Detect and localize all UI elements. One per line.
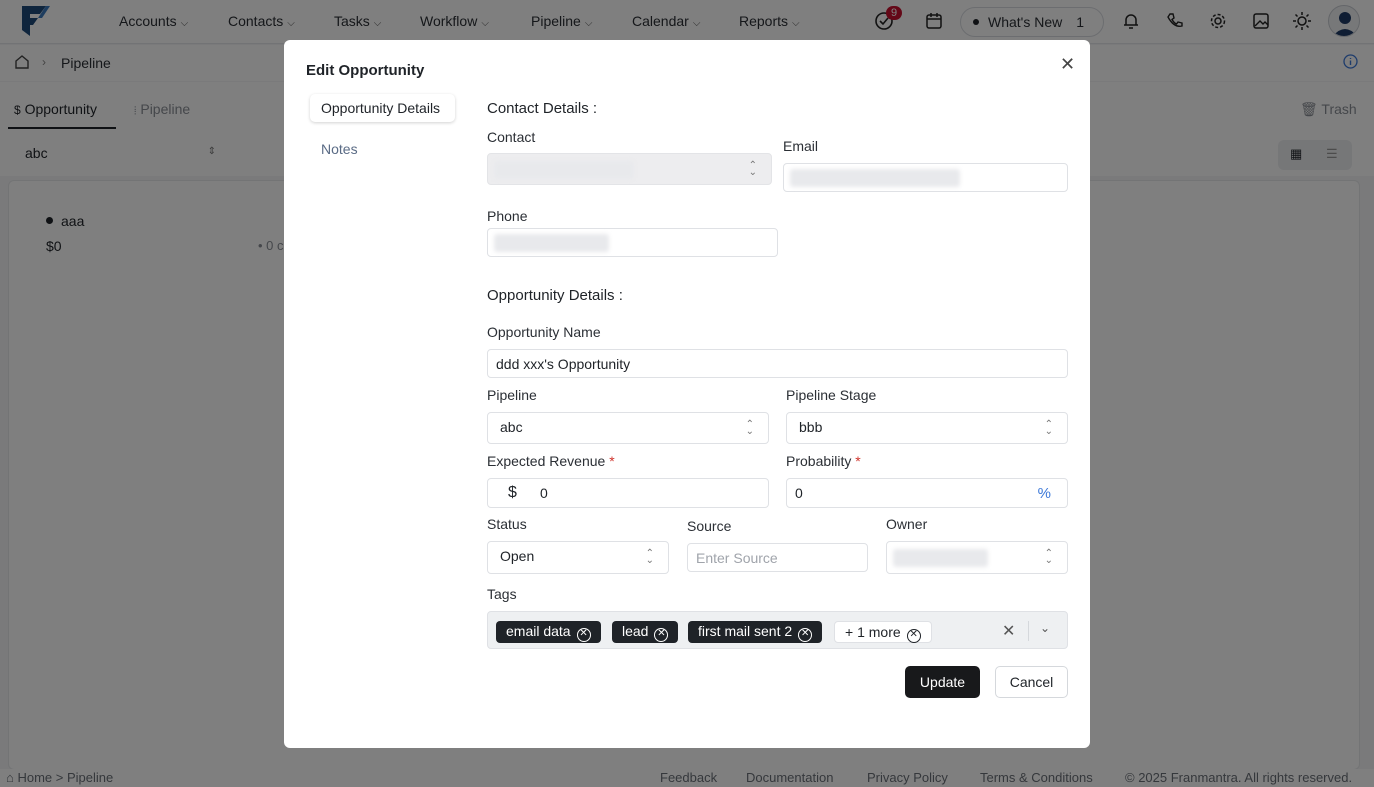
required-mark: *	[855, 453, 861, 469]
tag-chip[interactable]: lead ✕	[612, 621, 679, 643]
cancel-button[interactable]: Cancel	[995, 666, 1068, 698]
remove-tag-icon[interactable]: ✕	[798, 628, 813, 642]
percent-icon: %	[1037, 485, 1051, 502]
status-dropdown[interactable]: Open ⌃ ⌄	[487, 541, 669, 574]
opportunity-name-label: Opportunity Name	[487, 324, 601, 340]
contact-select[interactable]: ⌃ ⌄	[487, 153, 772, 185]
expected-revenue-value: 0	[540, 485, 548, 501]
tag-label: email data	[506, 623, 571, 639]
pipeline-dropdown[interactable]: abc ⌃ ⌄	[487, 412, 769, 444]
sort-arrows-icon: ⌃ ⌄	[1044, 419, 1053, 437]
divider	[1028, 621, 1029, 641]
expected-revenue-label: Expected Revenue *	[487, 453, 615, 469]
contact-label: Contact	[487, 129, 536, 145]
expected-revenue-field[interactable]: $ 0	[487, 478, 769, 508]
tag-chip[interactable]: email data ✕	[496, 621, 601, 643]
dialog-title: Edit Opportunity	[306, 62, 425, 79]
contact-section-title: Contact Details :	[487, 100, 598, 117]
close-icon[interactable]: ✕	[1060, 54, 1075, 75]
side-tab-opportunity-details[interactable]: Opportunity Details	[310, 94, 455, 122]
remove-tag-icon[interactable]: ✕	[906, 629, 921, 643]
phone-label: Phone	[487, 208, 528, 224]
owner-dropdown[interactable]: ⌃ ⌄	[886, 541, 1068, 574]
required-mark: *	[609, 453, 615, 469]
source-label: Source	[687, 518, 732, 534]
tags-more-chip[interactable]: + 1 more ✕	[834, 621, 932, 643]
source-placeholder: Enter Source	[696, 550, 778, 566]
chevron-down-icon[interactable]: ⌄	[1040, 621, 1050, 635]
tag-chip[interactable]: first mail sent 2 ✕	[688, 621, 823, 643]
source-input[interactable]: Enter Source	[687, 543, 868, 572]
opportunity-name-value: ddd xxx's Opportunity	[496, 356, 631, 372]
status-value: Open	[500, 548, 535, 564]
phone-field[interactable]	[487, 228, 778, 257]
clear-tags-icon[interactable]: ✕	[1002, 621, 1015, 641]
pipeline-dropdown-value: abc	[500, 419, 523, 435]
tag-label: first mail sent 2	[698, 623, 793, 639]
redacted-owner	[893, 549, 988, 567]
expected-revenue-label-text: Expected Revenue	[487, 453, 606, 469]
pipeline-stage-dropdown[interactable]: bbb ⌃ ⌄	[786, 412, 1068, 444]
email-field[interactable]	[783, 163, 1068, 192]
sort-arrows-icon: ⌃ ⌄	[748, 160, 757, 178]
update-button[interactable]: Update	[905, 666, 980, 698]
redacted-contact	[494, 161, 634, 179]
opportunity-section-title: Opportunity Details :	[487, 287, 623, 304]
sort-arrows-icon: ⌃ ⌄	[745, 419, 754, 437]
probability-label-text: Probability	[786, 453, 852, 469]
tags-more-label: + 1 more	[845, 624, 901, 640]
currency-symbol: $	[508, 484, 517, 501]
sort-arrows-icon: ⌃ ⌄	[645, 548, 654, 566]
sort-arrows-icon: ⌃ ⌄	[1044, 548, 1053, 566]
status-label: Status	[487, 516, 527, 532]
probability-field[interactable]: 0 %	[786, 478, 1068, 508]
owner-label: Owner	[886, 516, 928, 532]
pipeline-stage-label: Pipeline Stage	[786, 387, 877, 403]
opportunity-name-field[interactable]: ddd xxx's Opportunity	[487, 349, 1068, 378]
probability-label: Probability *	[786, 453, 861, 469]
probability-value: 0	[795, 485, 803, 501]
redacted-phone	[494, 234, 609, 252]
remove-tag-icon[interactable]: ✕	[576, 628, 591, 642]
pipeline-label: Pipeline	[487, 387, 537, 403]
pipeline-stage-value: bbb	[799, 419, 823, 435]
redacted-email	[790, 169, 960, 187]
email-label: Email	[783, 138, 819, 154]
side-tab-notes[interactable]: Notes	[310, 135, 455, 163]
tags-label: Tags	[487, 586, 517, 602]
edit-opportunity-dialog: Edit Opportunity ✕ Opportunity Details N…	[284, 40, 1090, 748]
tags-multiselect[interactable]: email data ✕ lead ✕ first mail sent 2 ✕ + 1…	[487, 611, 1068, 649]
tag-label: lead	[622, 623, 649, 639]
remove-tag-icon[interactable]: ✕	[654, 628, 669, 642]
